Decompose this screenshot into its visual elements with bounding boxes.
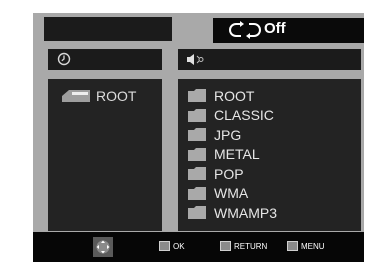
- ok-button[interactable]: OK: [159, 241, 185, 251]
- top-left-blank-box: [44, 17, 172, 41]
- return-button[interactable]: RETURN: [220, 241, 267, 251]
- repeat-status[interactable]: Off: [213, 18, 364, 43]
- menu-key-icon: [287, 241, 298, 251]
- menu-button[interactable]: MENU: [287, 241, 325, 251]
- right-panel-header: [178, 49, 361, 70]
- ok-key-icon: [159, 241, 170, 251]
- list-item[interactable]: WMA: [188, 184, 277, 204]
- folder-name: WMA: [214, 185, 249, 202]
- ok-label: OK: [173, 241, 185, 251]
- speaker-icon: [187, 54, 204, 65]
- clock-icon: [57, 52, 71, 66]
- folder-icon: [188, 89, 206, 103]
- file-list-panel: ROOT CLASSIC JPG METAL POP WMA WMAMP3: [178, 79, 361, 231]
- list-item[interactable]: ROOT: [188, 86, 277, 106]
- folder-open-icon: [62, 90, 90, 102]
- list-item[interactable]: JPG: [188, 125, 277, 145]
- folder-list: ROOT CLASSIC JPG METAL POP WMA WMAMP3: [188, 86, 277, 223]
- list-item[interactable]: CLASSIC: [188, 106, 277, 126]
- folder-icon: [188, 206, 206, 220]
- folder-icon: [188, 186, 206, 200]
- tree-root-folder[interactable]: ROOT: [62, 88, 136, 104]
- folder-icon: [188, 128, 206, 142]
- folder-icon: [188, 108, 206, 122]
- list-item[interactable]: POP: [188, 164, 277, 184]
- folder-tree-panel: ROOT: [48, 79, 162, 231]
- return-key-icon: [220, 241, 231, 251]
- menu-label: MENU: [301, 241, 325, 251]
- left-panel-header: [48, 49, 162, 70]
- folder-name: ROOT: [214, 87, 255, 104]
- folder-name: WMAMP3: [214, 204, 277, 221]
- navigation-pad-icon[interactable]: [93, 237, 113, 257]
- folder-name: JPG: [214, 126, 242, 143]
- folder-icon: [188, 167, 206, 181]
- repeat-label: Off: [264, 20, 286, 37]
- repeat-icon: [229, 21, 261, 39]
- folder-name: CLASSIC: [214, 107, 274, 124]
- folder-name: POP: [214, 165, 244, 182]
- list-item[interactable]: WMAMP3: [188, 203, 277, 223]
- folder-icon: [188, 147, 206, 161]
- tree-root-label: ROOT: [96, 88, 137, 104]
- folder-name: METAL: [214, 146, 260, 163]
- return-label: RETURN: [234, 241, 268, 251]
- button-guide-bar: OK RETURN MENU: [33, 232, 364, 262]
- list-item[interactable]: METAL: [188, 145, 277, 165]
